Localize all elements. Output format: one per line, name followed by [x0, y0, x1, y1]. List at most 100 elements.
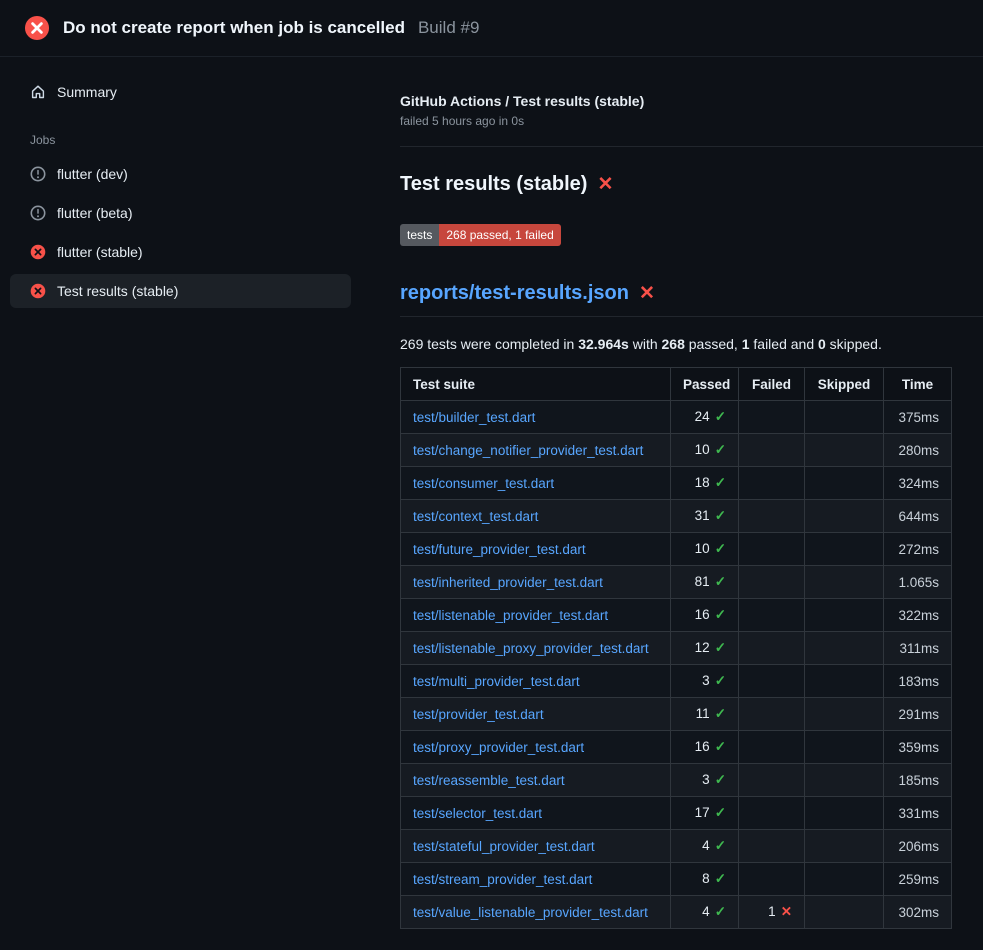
suite-cell: test/consumer_test.dart [401, 467, 671, 500]
passed-cell: 17✓ [671, 797, 739, 830]
table-row: test/future_provider_test.dart 10✓ 272ms [401, 533, 952, 566]
table-row: test/reassemble_test.dart 3✓ 185ms [401, 764, 952, 797]
suite-cell: test/listenable_provider_test.dart [401, 599, 671, 632]
test-suite-link[interactable]: test/selector_test.dart [413, 806, 542, 821]
test-suite-link[interactable]: test/listenable_provider_test.dart [413, 608, 608, 623]
column-header-time: Time [884, 368, 952, 401]
test-suite-link[interactable]: test/inherited_provider_test.dart [413, 575, 603, 590]
sidebar: Summary Jobs flutter (dev) flut [0, 57, 390, 929]
sidebar-item-label: Summary [57, 84, 117, 100]
test-suite-link[interactable]: test/listenable_proxy_provider_test.dart [413, 641, 649, 656]
divider [400, 146, 983, 147]
sidebar-item-flutter-dev[interactable]: flutter (dev) [10, 157, 351, 191]
skipped-cell [805, 599, 884, 632]
failed-cell [739, 698, 805, 731]
time-cell: 324ms [884, 467, 952, 500]
check-icon: ✓ [715, 706, 726, 721]
passed-cell: 10✓ [671, 533, 739, 566]
check-icon: ✓ [715, 508, 726, 523]
time-cell: 359ms [884, 731, 952, 764]
passed-cell: 81✓ [671, 566, 739, 599]
time-cell: 375ms [884, 401, 952, 434]
test-suite-link[interactable]: test/stream_provider_test.dart [413, 872, 592, 887]
skipped-cell [805, 896, 884, 929]
table-row: test/stream_provider_test.dart8✓259ms [401, 863, 952, 896]
report-heading: reports/test-results.json ✕ [400, 282, 983, 317]
results-table-body: test/builder_test.dart24✓375ms test/chang… [401, 401, 952, 929]
summary-failed: 1 [742, 336, 750, 352]
failed-cell [739, 500, 805, 533]
build-number: Build #9 [418, 18, 479, 38]
failed-cell [739, 401, 805, 434]
passed-cell: 18✓ [671, 467, 739, 500]
time-cell: 280ms [884, 434, 952, 467]
failed-cell [739, 764, 805, 797]
check-icon: ✓ [715, 607, 726, 622]
failed-cell: 1✕ [739, 896, 805, 929]
suite-cell: test/context_test.dart [401, 500, 671, 533]
failed-cell [739, 863, 805, 896]
failed-cell [739, 533, 805, 566]
summary-duration: 32.964s [578, 336, 629, 352]
main-content: GitHub Actions / Test results (stable) f… [390, 57, 983, 929]
home-icon [30, 84, 46, 100]
cross-icon: ✕ [781, 904, 792, 919]
time-cell: 291ms [884, 698, 952, 731]
fail-x-icon: ✕ [597, 175, 613, 194]
sidebar-item-test-results-stable[interactable]: Test results (stable) [10, 274, 351, 308]
test-suite-link[interactable]: test/consumer_test.dart [413, 476, 554, 491]
test-suite-link[interactable]: test/reassemble_test.dart [413, 773, 565, 788]
report-link[interactable]: reports/test-results.json [400, 282, 629, 305]
time-cell: 644ms [884, 500, 952, 533]
test-suite-link[interactable]: test/change_notifier_provider_test.dart [413, 443, 643, 458]
passed-cell: 4✓ [671, 896, 739, 929]
x-circle-icon [24, 15, 50, 41]
check-icon: ✓ [715, 442, 726, 457]
table-row: test/multi_provider_test.dart 3✓ 183ms [401, 665, 952, 698]
test-suite-link[interactable]: test/provider_test.dart [413, 707, 544, 722]
table-row: test/proxy_provider_test.dart 16✓ 359ms [401, 731, 952, 764]
suite-cell: test/multi_provider_test.dart [401, 665, 671, 698]
fail-x-icon: ✕ [639, 284, 655, 303]
skipped-cell [805, 797, 884, 830]
passed-cell: 10✓ [671, 434, 739, 467]
table-row: test/value_listenable_provider_test.dart… [401, 896, 952, 929]
test-suite-link[interactable]: test/builder_test.dart [413, 410, 535, 425]
table-row: test/listenable_provider_test.dart16✓322… [401, 599, 952, 632]
passed-cell: 16✓ [671, 731, 739, 764]
suite-cell: test/selector_test.dart [401, 797, 671, 830]
sidebar-item-flutter-beta[interactable]: flutter (beta) [10, 196, 351, 230]
sidebar-item-summary[interactable]: Summary [10, 75, 351, 109]
test-suite-link[interactable]: test/value_listenable_provider_test.dart [413, 905, 648, 920]
check-icon: ✓ [715, 904, 726, 919]
test-suite-link[interactable]: test/future_provider_test.dart [413, 542, 586, 557]
time-cell: 185ms [884, 764, 952, 797]
skipped-cell [805, 731, 884, 764]
sidebar-item-flutter-stable[interactable]: flutter (stable) [10, 235, 351, 269]
skipped-cell [805, 764, 884, 797]
check-icon: ✓ [715, 772, 726, 787]
failed-cell [739, 797, 805, 830]
sidebar-item-label: Test results (stable) [57, 283, 178, 299]
test-suite-link[interactable]: test/context_test.dart [413, 509, 538, 524]
test-suite-link[interactable]: test/multi_provider_test.dart [413, 674, 580, 689]
time-cell: 272ms [884, 533, 952, 566]
time-cell: 183ms [884, 665, 952, 698]
time-cell: 302ms [884, 896, 952, 929]
passed-cell: 3✓ [671, 665, 739, 698]
table-row: test/builder_test.dart24✓375ms [401, 401, 952, 434]
passed-cell: 16✓ [671, 599, 739, 632]
passed-cell: 3✓ [671, 764, 739, 797]
skipped-cell [805, 500, 884, 533]
sidebar-item-label: flutter (beta) [57, 205, 132, 221]
skipped-cell [805, 830, 884, 863]
skipped-cell [805, 698, 884, 731]
check-icon: ✓ [715, 739, 726, 754]
summary-passed: 268 [662, 336, 685, 352]
skipped-cell [805, 863, 884, 896]
failed-cell [739, 731, 805, 764]
test-suite-link[interactable]: test/proxy_provider_test.dart [413, 740, 584, 755]
test-suite-link[interactable]: test/stateful_provider_test.dart [413, 839, 595, 854]
suite-cell: test/builder_test.dart [401, 401, 671, 434]
skipped-cell [805, 434, 884, 467]
